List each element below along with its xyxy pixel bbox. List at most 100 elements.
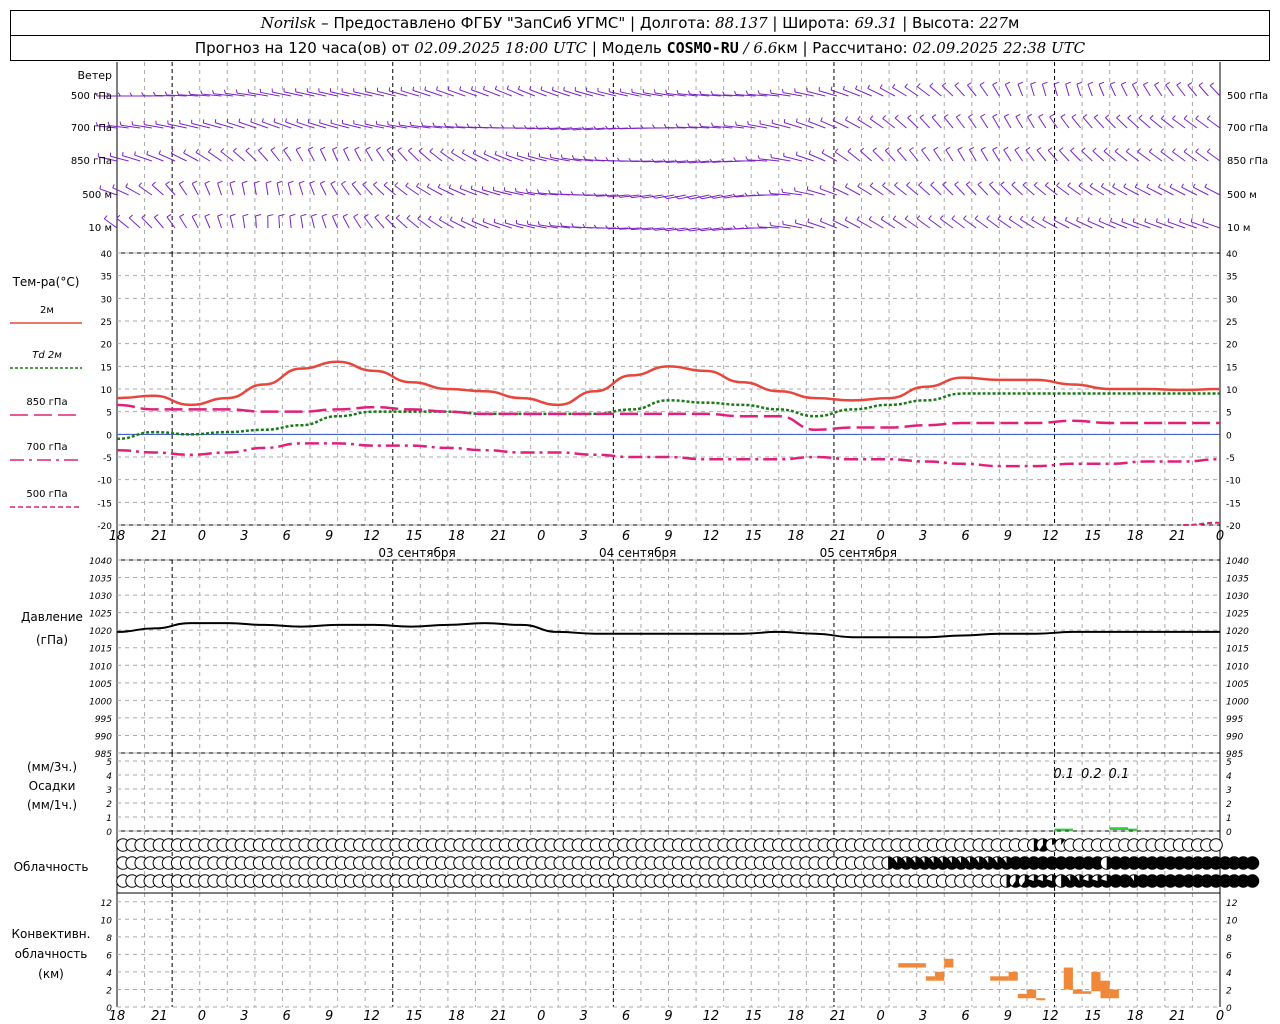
- wind-barb-flag: [238, 118, 241, 123]
- wind-barb-shaft: [1092, 150, 1105, 162]
- wind-barb-flag: [651, 124, 655, 129]
- wind-barb-flag: [1076, 216, 1079, 221]
- wind-barb-flag: [687, 123, 690, 128]
- wind-barb-flag: [289, 213, 296, 217]
- pressure-tick-left: 1010: [89, 662, 112, 672]
- wind-barb-flag: [443, 122, 447, 127]
- wind-barb-flag: [241, 180, 248, 184]
- wind-barb-flag: [551, 86, 554, 91]
- wind-barb-flag: [459, 184, 462, 189]
- wind-title: Ветер: [78, 69, 112, 82]
- wind-barb-flag: [517, 85, 521, 90]
- wind-barb-flag: [756, 191, 760, 196]
- wind-panel: [94, 81, 1221, 232]
- wind-barb-flag: [933, 146, 939, 151]
- wind-barb-shaft: [894, 185, 907, 196]
- wind-barb-flag: [1114, 147, 1119, 152]
- pressure-tick-left: 995: [95, 715, 112, 725]
- cloud-title: Облачность: [14, 860, 89, 874]
- wind-barb-flag: [819, 184, 822, 189]
- conv-tick-left: 4: [106, 969, 112, 979]
- wind-barb-shaft: [986, 218, 1000, 229]
- wind-barb-shaft: [1109, 84, 1116, 97]
- precip-tick-right: 0: [1226, 828, 1232, 838]
- wind-barb-flag: [143, 120, 145, 125]
- temp-tick-right: 35: [1226, 273, 1237, 283]
- temp-tick-left: 25: [101, 318, 112, 328]
- wind-barb-flag: [428, 215, 432, 220]
- wind-barb-flag: [769, 89, 772, 94]
- wind-level-left: 700 гПа: [71, 123, 112, 134]
- wind-barb-flag: [882, 115, 886, 119]
- wind-barb-shaft: [930, 184, 942, 196]
- wind-barb-shaft: [1093, 117, 1105, 129]
- pressure-tick-right: 995: [1226, 715, 1243, 725]
- pressure-tick-right: 1020: [1226, 627, 1249, 637]
- wind-barb-flag: [191, 180, 198, 184]
- wind-barb-flag: [968, 113, 973, 118]
- wind-barb-flag: [235, 89, 238, 94]
- temp-tick-right: -10: [1226, 477, 1241, 487]
- wind-level-left: 500 м: [82, 190, 112, 201]
- wind-barb-flag: [121, 151, 124, 156]
- wind-barb-flag: [232, 147, 237, 152]
- wind-barb-shaft: [834, 151, 849, 162]
- pressure-title: Давление: [21, 610, 83, 624]
- wind-barb-shaft: [141, 217, 153, 229]
- wind-barb-flag: [1206, 148, 1211, 153]
- conv-tick-left: 8: [106, 934, 112, 944]
- conv-tick-right: 8: [1226, 934, 1232, 944]
- wind-barb-flag: [977, 181, 982, 185]
- cloud-fill: [1246, 856, 1259, 870]
- time-tick-label: 21: [830, 1009, 847, 1024]
- wind-barb-flag: [386, 147, 392, 151]
- wind-barb-flag: [421, 122, 424, 126]
- wind-barb-shaft: [229, 182, 234, 196]
- wind-barb-flag: [131, 121, 134, 126]
- wind-barb-shaft: [980, 149, 989, 162]
- precip-title: Осадки: [29, 779, 76, 793]
- wind-barb-flag: [383, 181, 388, 186]
- wind-barb-flag: [191, 213, 198, 217]
- wind-barb-flag: [1089, 182, 1093, 187]
- wind-barb-flag: [151, 181, 156, 186]
- wind-barb-shaft: [1114, 150, 1128, 162]
- wind-barb-shaft: [341, 183, 350, 196]
- pressure-tick-left: 1030: [89, 592, 112, 602]
- wind-barb-shaft: [1047, 149, 1058, 162]
- precip-bar: [1118, 827, 1129, 830]
- wind-level-left: 10 м: [89, 223, 112, 234]
- wind-barb-shaft: [1138, 117, 1151, 129]
- wind-barb-flag: [1019, 215, 1024, 220]
- wind-barb-flag: [675, 123, 679, 128]
- wind-barb-shaft: [992, 84, 1000, 97]
- wind-barb-shaft: [208, 151, 222, 162]
- wind-barb-flag: [992, 146, 998, 151]
- wind-barb-shaft: [351, 183, 362, 196]
- wind-barb-flag: [119, 121, 122, 126]
- wind-barb-shaft: [1089, 185, 1105, 196]
- wind-barb-shaft: [1030, 83, 1035, 97]
- wind-barb-flag: [563, 86, 565, 91]
- wind-barb-flag: [247, 89, 250, 93]
- wind-barb-flag: [1103, 147, 1108, 152]
- wind-barb-shaft: [128, 217, 141, 229]
- conv-bar: [1008, 971, 1018, 981]
- wind-barb-flag: [884, 147, 890, 151]
- wind-barb-shaft: [1183, 151, 1198, 162]
- wind-barb-flag: [320, 180, 326, 184]
- conv-tick-left: 2: [106, 986, 112, 996]
- wind-barb-flag: [1206, 115, 1211, 120]
- wind-barb-shaft: [954, 85, 965, 97]
- wind-barb-flag: [178, 180, 184, 185]
- wind-barb-flag: [1121, 218, 1124, 222]
- wind-barb-flag: [1127, 114, 1132, 119]
- wind-barb-shaft: [979, 84, 989, 97]
- wind-barb-shaft: [1058, 150, 1070, 162]
- wind-barb-flag: [226, 118, 229, 123]
- wind-barb-shaft: [869, 118, 884, 129]
- wind-barb-flag: [514, 187, 517, 192]
- wind-barb-flag: [188, 90, 191, 95]
- wind-barb-shaft: [138, 185, 153, 196]
- wind-barb-shaft: [1008, 218, 1023, 229]
